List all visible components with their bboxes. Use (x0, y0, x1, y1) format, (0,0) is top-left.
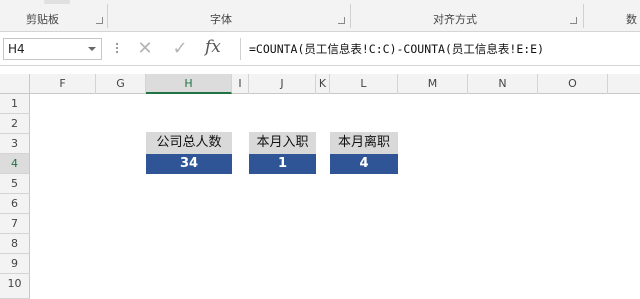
row-header-4[interactable]: 4 (0, 154, 30, 174)
ribbon-group-alignment: 对齐方式 (433, 13, 477, 26)
row-header-5[interactable]: 5 (0, 174, 30, 194)
font-launcher-icon[interactable] (338, 17, 345, 24)
ribbon-divider (583, 4, 584, 28)
clipboard-launcher-icon[interactable] (96, 17, 103, 24)
row-header-2[interactable]: 2 (0, 114, 30, 134)
stat-card-left-this-month: 本月离职 4 (330, 132, 398, 174)
cell-area[interactable] (30, 94, 640, 299)
cancel-icon[interactable]: ✕ (135, 38, 155, 60)
column-header-k[interactable]: K (316, 74, 330, 94)
enter-icon[interactable]: ✓ (170, 38, 190, 60)
stat-card-value[interactable]: 34 (146, 154, 232, 174)
column-header-m[interactable]: M (398, 74, 468, 94)
stat-card-label[interactable]: 本月入职 (249, 132, 316, 154)
row-header-3[interactable]: 3 (0, 134, 30, 154)
row-header-7[interactable]: 7 (0, 214, 30, 234)
stat-card-value[interactable]: 1 (249, 154, 316, 174)
worksheet-grid: F G H I J K L M N O 1 2 3 4 5 6 7 8 9 10 (0, 66, 640, 299)
chevron-down-icon[interactable] (88, 47, 96, 51)
column-header-i[interactable]: I (232, 74, 249, 94)
column-header-o[interactable]: O (538, 74, 608, 94)
ribbon: 剪贴板 字体 对齐方式 数 (0, 0, 640, 32)
ribbon-group-number: 数 (626, 13, 637, 26)
row-header-10[interactable]: 10 (0, 274, 30, 299)
row-header-9[interactable]: 9 (0, 254, 30, 274)
drag-handle-icon[interactable] (116, 41, 119, 57)
select-all-corner[interactable] (0, 74, 30, 94)
ribbon-top-strip (0, 0, 640, 6)
stat-card-label[interactable]: 公司总人数 (146, 132, 232, 154)
name-box-value: H4 (8, 42, 25, 56)
column-header-h[interactable]: H (146, 74, 232, 94)
column-header-f[interactable]: F (30, 74, 96, 94)
ribbon-group-font: 字体 (210, 13, 232, 26)
stat-card-total-employees: 公司总人数 34 (146, 132, 232, 174)
column-header-p[interactable] (608, 74, 640, 94)
alignment-launcher-icon[interactable] (570, 17, 577, 24)
stat-card-hired-this-month: 本月入职 1 (249, 132, 316, 174)
column-header-n[interactable]: N (468, 74, 538, 94)
paste-icon[interactable] (44, 0, 70, 4)
column-header-row: F G H I J K L M N O (0, 74, 640, 94)
ribbon-divider (350, 4, 351, 28)
stat-card-label[interactable]: 本月离职 (330, 132, 398, 154)
formula-bar: H4 ✕ ✓ fx =COUNTA(员工信息表!C:C)-COUNTA(员工信息… (0, 32, 640, 66)
formula-input[interactable]: =COUNTA(员工信息表!C:C)-COUNTA(员工信息表!E:E) (240, 38, 638, 60)
ribbon-group-clipboard: 剪贴板 (26, 13, 59, 26)
column-header-l[interactable]: L (330, 74, 398, 94)
column-header-j[interactable]: J (249, 74, 316, 94)
row-header-8[interactable]: 8 (0, 234, 30, 254)
stat-card-value[interactable]: 4 (330, 154, 398, 174)
row-header-1[interactable]: 1 (0, 94, 30, 114)
ribbon-divider (107, 4, 108, 28)
name-box[interactable]: H4 (3, 38, 102, 60)
row-header-6[interactable]: 6 (0, 194, 30, 214)
column-header-g[interactable]: G (96, 74, 146, 94)
insert-function-icon[interactable]: fx (205, 37, 227, 59)
